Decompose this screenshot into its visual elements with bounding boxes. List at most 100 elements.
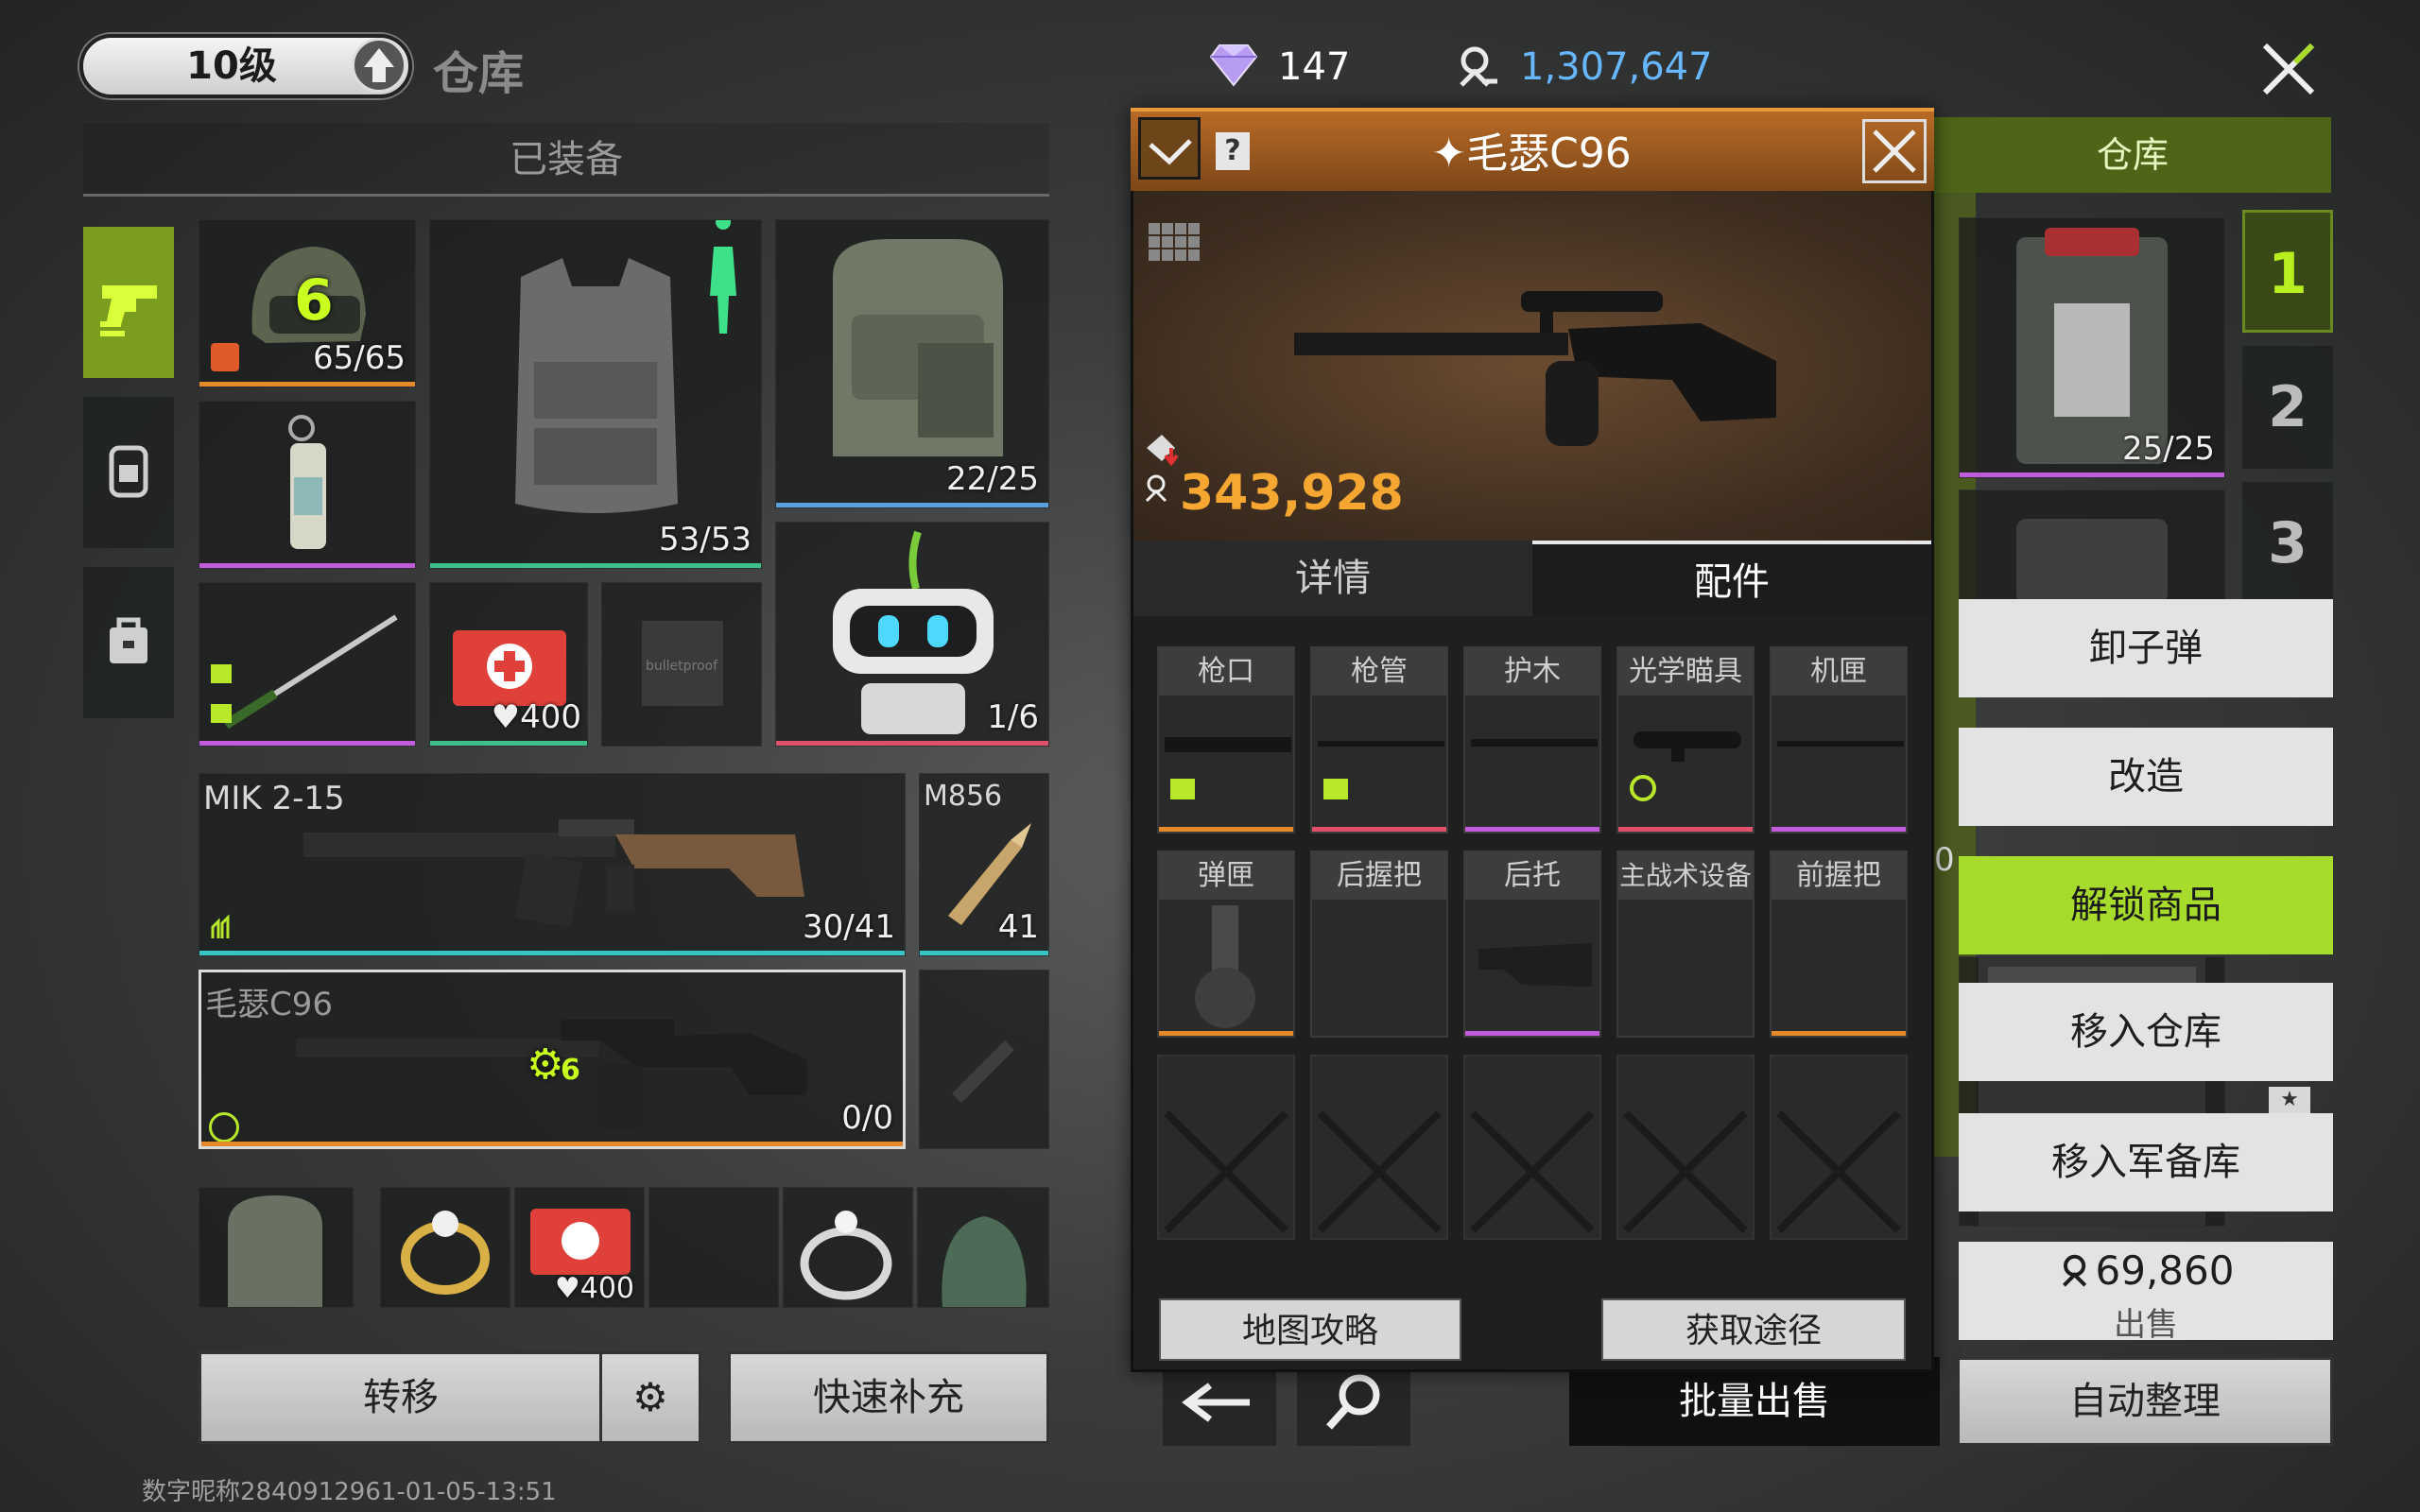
inventory-item[interactable] (380, 1187, 510, 1308)
locked-x-icon (1470, 1110, 1595, 1233)
part-label: 光学瞄具 (1618, 648, 1753, 696)
quick-refill-button[interactable]: 快速补充 (728, 1351, 1049, 1444)
part-slot-optic[interactable]: 光学瞄具 (1616, 646, 1754, 833)
melee-slot[interactable] (199, 582, 416, 747)
green-bag-icon (942, 1216, 1027, 1307)
move-to-armory-button[interactable]: 移入军备库 (1959, 1113, 2333, 1211)
rarity-bar (1772, 1031, 1906, 1036)
popup-close-icon[interactable] (1862, 119, 1927, 183)
muzzle-icon (1165, 737, 1291, 799)
part-label: 前握把 (1772, 852, 1906, 900)
sell-button[interactable]: 69,860 出售 (1959, 1242, 2333, 1344)
backpack-slot[interactable]: 22/25 (775, 219, 1049, 508)
coin-count: 1,307,647 (1520, 45, 1713, 89)
unlock-item-button[interactable]: 解锁商品 (1959, 856, 2333, 954)
modify-button[interactable]: 改造 (1959, 728, 2333, 826)
inventory-item-empty[interactable] (648, 1187, 779, 1308)
plate-slot[interactable]: bulletproof (601, 582, 762, 747)
rarity-bar (1618, 827, 1753, 832)
stock-icon (1478, 943, 1592, 987)
part-label: 弹匣 (1159, 852, 1293, 900)
map-guide-button[interactable]: 地图攻略 (1159, 1298, 1461, 1361)
rarity-bar (1960, 472, 2224, 477)
tab-parts[interactable]: 配件 (1532, 541, 1931, 616)
locked-slot (1310, 1055, 1448, 1240)
inventory-item[interactable] (917, 1187, 1049, 1308)
part-slot-magazine[interactable]: 弹匣 (1157, 850, 1295, 1038)
warehouse-case-slot[interactable]: 25/25 (1959, 217, 2225, 478)
sell-label: 出售 (2114, 1306, 2178, 1344)
inventory-item[interactable] (783, 1187, 913, 1308)
part-slot-muzzle[interactable]: 枪口 (1157, 646, 1295, 833)
equipped-header: 已装备 (83, 123, 1049, 197)
collapse-check-button[interactable] (1138, 117, 1201, 180)
medkit-value-text: 400 (520, 698, 581, 736)
page-title: 仓库 (433, 47, 525, 100)
get-source-button[interactable]: 获取途径 (1601, 1298, 1906, 1361)
backpack-item-icon (228, 1195, 322, 1307)
secondary-weapon-ammo: 0/0 (841, 1099, 893, 1137)
part-slot-rear-grip[interactable]: 后握把 (1310, 850, 1448, 1038)
target-icon (209, 1112, 239, 1143)
rarity-bar (1159, 827, 1293, 832)
page-tab-2[interactable]: 2 (2242, 346, 2333, 469)
warehouse-item-slot[interactable] (1959, 490, 2225, 603)
inventory-item[interactable] (199, 1187, 354, 1308)
part-slot-foregrip[interactable]: 前握把 (1770, 850, 1908, 1038)
medkit-value: ♥400 (554, 1272, 634, 1305)
tab-weapons[interactable] (83, 227, 174, 378)
helmet-slot[interactable]: 6 65/65 (199, 219, 416, 387)
secondary-weapon-slot[interactable]: 毛瑟C96 ⚙ 6 0/0 (199, 970, 906, 1149)
page-tab-1[interactable]: 1 (2242, 210, 2333, 333)
close-icon[interactable] (2257, 38, 2320, 100)
settings-gear-icon[interactable]: ⚙ (599, 1351, 701, 1444)
katana-icon (211, 614, 398, 730)
rarity-bar (199, 382, 415, 387)
rarity-bar (1465, 1031, 1599, 1036)
partial-count: 0 (1934, 841, 1955, 879)
locked-slot (1463, 1055, 1601, 1240)
tab-details[interactable]: 详情 (1133, 541, 1532, 616)
coin-icon (2062, 1254, 2086, 1287)
rarity-bar (201, 1142, 903, 1146)
locked-slot (1616, 1055, 1754, 1240)
part-slot-receiver[interactable]: 机匣 (1770, 646, 1908, 833)
medkit-slot[interactable]: ♥400 (429, 582, 588, 747)
player-level: 10级 (186, 44, 277, 88)
part-slot-stock[interactable]: 后托 (1463, 850, 1601, 1038)
part-slot-handguard[interactable]: 护木 (1463, 646, 1601, 833)
rarity-bar (430, 741, 587, 746)
tab-bag[interactable] (83, 567, 174, 718)
grenade-icon (288, 415, 326, 549)
helmet-durability: 65/65 (313, 339, 406, 377)
move-to-warehouse-button[interactable]: 移入仓库 (1959, 983, 2333, 1081)
inventory-item[interactable]: ♥400 (514, 1187, 645, 1308)
part-slot-tactical[interactable]: 主战术设备 (1616, 850, 1754, 1038)
item-price: 343,928 (1180, 465, 1404, 522)
rarity-bar (1465, 827, 1599, 832)
vest-icon (515, 220, 736, 513)
locked-x-icon (1164, 1110, 1288, 1233)
auto-sort-button[interactable]: 自动整理 (1957, 1357, 2333, 1446)
grenade-slot[interactable] (199, 401, 416, 569)
ammo-slot-empty[interactable] (919, 970, 1049, 1149)
vest-durability: 53/53 (659, 521, 752, 558)
transfer-button[interactable]: 转移 (199, 1351, 603, 1444)
rarity-bar (776, 503, 1048, 507)
page-tab-3[interactable]: 3 (2242, 482, 2333, 605)
coin-icon (1454, 43, 1501, 91)
part-slot-barrel[interactable]: 枪管 (1310, 646, 1448, 833)
level-up-icon[interactable] (352, 38, 406, 93)
primary-weapon-slot[interactable]: MIK 2-15 30/41 (199, 773, 906, 956)
rarity-bar (1312, 827, 1446, 832)
tab-backpack[interactable] (83, 397, 174, 548)
ammo-name: M856 (924, 780, 1003, 813)
vest-slot[interactable]: 53/53 (429, 219, 762, 569)
help-icon[interactable]: ? (1216, 132, 1250, 170)
gem-icon (1209, 43, 1258, 87)
ammo-slot[interactable]: M856 41 (919, 773, 1049, 956)
robot-slot[interactable]: 1/6 (775, 522, 1049, 747)
pistol-icon (100, 285, 157, 336)
unload-ammo-button[interactable]: 卸子弹 (1959, 599, 2333, 697)
rarity-bar (199, 563, 415, 568)
